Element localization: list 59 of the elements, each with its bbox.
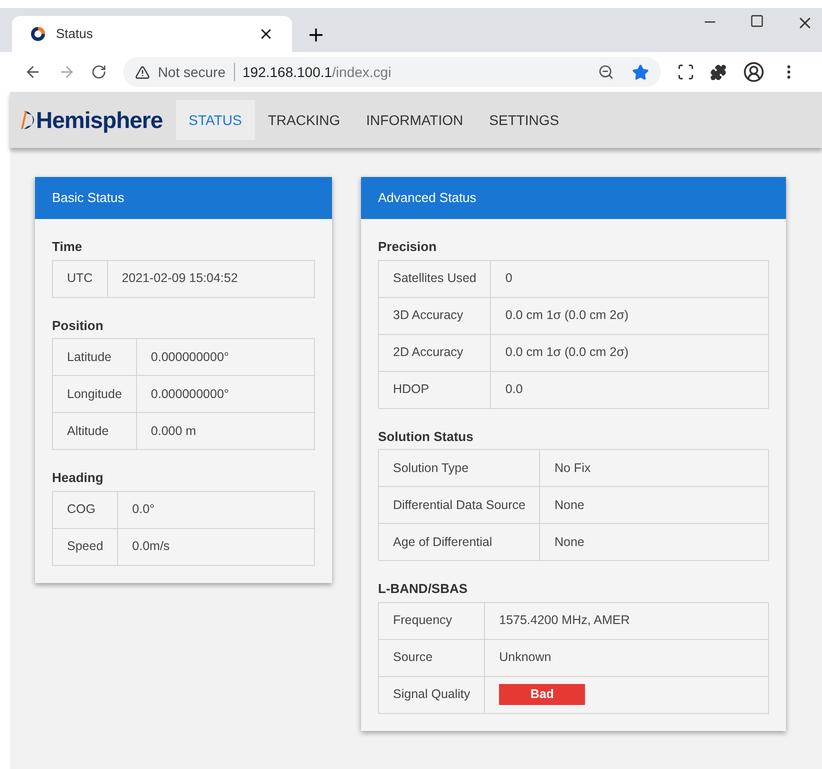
nav-tab[interactable]: SETTINGS <box>476 100 572 140</box>
zoom-icon[interactable] <box>598 64 614 80</box>
section-title: Position <box>52 316 104 334</box>
card-header: Basic Status <box>35 177 332 219</box>
value-text: 0.0m/s <box>132 539 170 554</box>
section-title: Solution Status <box>378 428 474 446</box>
table-cell: 3D Accuracy <box>378 297 491 334</box>
star-icon[interactable] <box>632 64 649 80</box>
browser-tab[interactable]: Status <box>12 16 292 52</box>
value-text: No Fix <box>554 460 591 475</box>
reload-icon[interactable] <box>91 64 107 80</box>
table-cell: Altitude <box>52 412 136 450</box>
value-text: 0.0 cm 1σ (0.0 cm 2σ) <box>505 308 628 322</box>
tab-title: Status <box>56 25 94 44</box>
logo-icon <box>30 26 46 42</box>
warning-icon <box>134 64 150 80</box>
table-cell: UTC <box>52 260 108 297</box>
value-text: 0.0° <box>132 502 155 516</box>
security-label: Not secure <box>158 62 226 82</box>
capture-icon[interactable] <box>676 63 694 81</box>
table-cell: Age of Differential <box>378 524 540 560</box>
table-cell: Longitude <box>52 376 136 412</box>
value-text: 0.000000000° <box>150 350 229 364</box>
section-title: Time <box>52 238 84 256</box>
table-cell: Satellites Used <box>378 260 491 297</box>
value-text: 0 <box>505 271 512 286</box>
nav-tab[interactable]: INFORMATION <box>353 100 476 140</box>
table-cell: Source <box>378 639 485 676</box>
table-cell: Differential Data Source <box>378 486 540 524</box>
extensions-icon[interactable] <box>710 64 727 80</box>
table-cell: Speed <box>52 528 118 565</box>
table-cell: HDOP <box>378 371 491 408</box>
value-text: None <box>554 534 584 549</box>
url-text: 192.168.100.1/index.cgi <box>242 62 392 82</box>
value-text: Unknown <box>499 650 552 664</box>
profile-icon[interactable] <box>742 61 764 83</box>
hemisphere-logo: Hemisphere <box>20 102 163 138</box>
value-text: 0.000 m <box>150 424 196 438</box>
value-text: 0.0 cm 1σ (0.0 cm 2σ) <box>505 345 628 360</box>
table-cell: 2D Accuracy <box>378 334 491 371</box>
maximize-icon[interactable] <box>750 14 764 28</box>
table-cell: Signal Quality <box>378 676 485 713</box>
value-text: 0.000000000° <box>150 386 229 401</box>
value-text: 2021-02-09 15:04:52 <box>122 271 238 286</box>
value-text: 1575.4200 MHz, AMER <box>499 613 630 628</box>
card-header: Advanced Status <box>361 177 786 219</box>
table-cell: Latitude <box>52 338 136 376</box>
section-title: Precision <box>378 238 438 256</box>
status-badge: Bad <box>499 684 586 705</box>
section-title: L-BAND/SBAS <box>378 580 469 598</box>
section-title: Heading <box>52 469 104 487</box>
nav-tab[interactable]: STATUS <box>176 100 255 140</box>
table-cell: Solution Type <box>378 450 540 486</box>
nav-tab[interactable]: TRACKING <box>254 100 354 140</box>
value-text: 0.0 <box>505 382 523 396</box>
table-cell: COG <box>52 491 118 528</box>
address-bar[interactable]: Not secure 192.168.100.1/index.cgi <box>122 57 661 87</box>
table-cell: Frequency <box>378 602 485 639</box>
value-text: None <box>554 498 584 512</box>
